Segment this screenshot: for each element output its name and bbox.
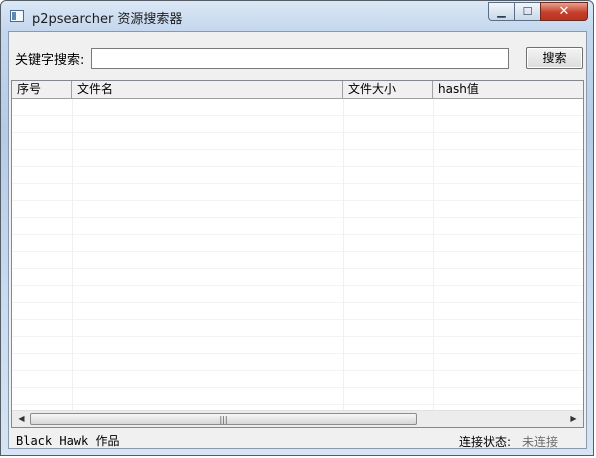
maximize-icon: ☐ (522, 5, 533, 18)
minimize-button[interactable]: ▁ (488, 2, 514, 21)
close-icon: ✕ (558, 4, 570, 19)
search-button[interactable]: 搜索 (526, 47, 583, 69)
column-divider (343, 99, 344, 411)
keyword-search-label: 关键字搜索: (15, 53, 85, 68)
grip-icon: ||| (219, 415, 228, 424)
minimize-icon: ▁ (497, 5, 506, 18)
maximize-button[interactable]: ☐ (514, 2, 540, 21)
keyword-search-input[interactable] (91, 48, 509, 69)
caption-buttons: ▁ ☐ ✕ (488, 2, 588, 22)
connection-status-value: 未连接 (522, 435, 559, 449)
title-bar[interactable]: p2psearcher 资源搜索器 ▁ ☐ ✕ (1, 1, 593, 31)
scroll-thumb[interactable]: ||| (30, 413, 417, 425)
column-header-filesize[interactable]: 文件大小 (343, 81, 433, 98)
table-header: 序号 文件名 文件大小 hash值 (12, 81, 583, 99)
client-area: 关键字搜索: 搜索 序号 文件名 文件大小 hash值 ◀ ||| ▶ Blac… (8, 31, 587, 449)
column-divider (433, 99, 434, 411)
column-header-filename[interactable]: 文件名 (72, 81, 343, 98)
column-header-hash[interactable]: hash值 (433, 81, 583, 98)
horizontal-scrollbar[interactable]: ◀ ||| ▶ (12, 410, 583, 427)
results-table[interactable]: 序号 文件名 文件大小 hash值 ◀ ||| ▶ (11, 80, 584, 428)
scroll-right-icon[interactable]: ▶ (567, 413, 580, 425)
window-title: p2psearcher 资源搜索器 (32, 12, 183, 27)
app-window: p2psearcher 资源搜索器 ▁ ☐ ✕ 关键字搜索: 搜索 序号 文件名… (0, 0, 594, 456)
column-header-index[interactable]: 序号 (12, 81, 72, 98)
author-credit: Black Hawk 作品 (16, 434, 120, 448)
table-rows[interactable] (12, 99, 583, 411)
close-button[interactable]: ✕ (540, 2, 588, 21)
app-icon[interactable] (10, 10, 24, 22)
scroll-left-icon[interactable]: ◀ (15, 413, 28, 425)
connection-status-label: 连接状态: (459, 435, 512, 449)
column-divider (72, 99, 73, 411)
